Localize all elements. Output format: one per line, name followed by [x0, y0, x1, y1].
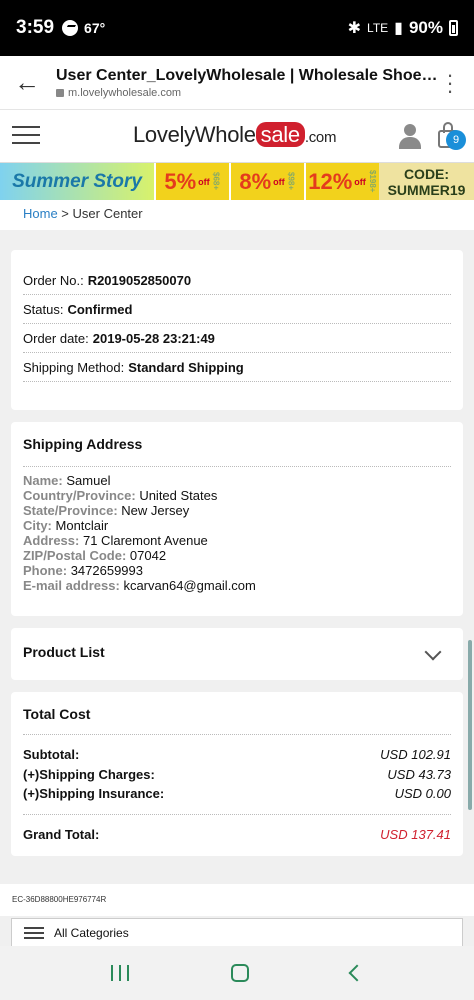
- page-host: m.lovelywholesale.com: [56, 87, 440, 99]
- banner-offer-1: 5% off $68+: [154, 163, 229, 200]
- all-categories-button[interactable]: All Categories: [11, 918, 463, 946]
- temperature: 67°: [84, 20, 106, 36]
- logo-text: LovelyWhole: [133, 122, 256, 147]
- all-categories-label: All Categories: [54, 925, 129, 940]
- logo-suffix: .com: [304, 129, 337, 146]
- order-number: R2019052850070: [87, 272, 192, 288]
- url-area[interactable]: User Center_LovelyWholesale | Wholesale …: [46, 67, 440, 99]
- promo-banner[interactable]: Summer Story 5% off $68+ 8% off $98+ 12% off $…: [0, 162, 474, 200]
- product-list-title: Product List: [23, 644, 105, 660]
- address-city: City: Montclair: [23, 518, 109, 533]
- address-phone: Phone: 3472659993: [23, 563, 143, 578]
- back-arrow-icon[interactable]: ←: [14, 67, 46, 98]
- address-name: Name: Samuel: [23, 473, 111, 488]
- shipping-charges-row: (+)Shipping Charges: USD 43.73: [23, 766, 451, 782]
- overflow-menu-icon[interactable]: · · ·: [440, 63, 460, 101]
- system-nav-bar: [0, 946, 474, 1000]
- home-icon[interactable]: [231, 964, 249, 982]
- messenger-icon: [62, 20, 79, 36]
- product-list-toggle[interactable]: Product List: [11, 628, 463, 680]
- shipping-address-title: Shipping Address: [23, 436, 143, 452]
- nav-back-icon[interactable]: [348, 964, 366, 982]
- address-state: State/Province: New Jersey: [23, 503, 190, 518]
- grand-total-value: USD 137.41: [380, 826, 451, 842]
- shipping-address-card: Shipping Address Name: Samuel Country/Pr…: [11, 422, 463, 616]
- order-number-row: Order No.: R2019052850070: [23, 266, 451, 295]
- grand-total-row: Grand Total: USD 137.41: [23, 813, 451, 844]
- breadcrumb-home[interactable]: Home: [23, 206, 58, 221]
- transaction-id: EC-36D88800HE976774R: [0, 884, 474, 916]
- order-date-row: Order date: 2019-05-28 23:21:49: [23, 324, 451, 353]
- shipping-insurance-row: (+)Shipping Insurance: USD 0.00: [23, 786, 451, 802]
- breadcrumb-separator: >: [57, 206, 73, 221]
- user-icon[interactable]: [398, 124, 422, 150]
- breadcrumb: Home > User Center: [0, 200, 474, 230]
- battery-icon: [449, 20, 458, 36]
- total-cost-card: Total Cost Subtotal: USD 102.91 (+)Shippi…: [11, 692, 463, 856]
- cart-icon[interactable]: 9: [438, 122, 466, 150]
- shipping-insurance-value: USD 0.00: [394, 786, 451, 802]
- status-bar: 3:59 67° ✱ LTE ▮ 90%: [0, 0, 474, 56]
- signal-icon: ▮: [394, 20, 403, 37]
- logo-sale: sale: [255, 122, 305, 147]
- order-info-card: Order No.: R2019052850070 Status: Confirme…: [11, 250, 463, 410]
- bluetooth-icon: ✱: [347, 20, 362, 37]
- banner-offer-3: 12% off $198+: [304, 163, 379, 200]
- address-zip: ZIP/Postal Code: 07042: [23, 548, 167, 563]
- cart-count-badge: 9: [446, 130, 466, 150]
- network-type: LTE: [367, 21, 389, 35]
- status-right: ✱ LTE ▮ 90%: [348, 18, 458, 38]
- address-email: E-mail address: kcarvan64@gmail.com: [23, 578, 256, 593]
- order-status: Confirmed: [67, 301, 133, 317]
- total-cost-title: Total Cost: [23, 706, 91, 722]
- banner-code: CODE: SUMMER19: [379, 163, 474, 200]
- list-icon: [24, 926, 44, 939]
- battery-percent: 90%: [408, 18, 443, 37]
- order-status-row: Status: Confirmed: [23, 295, 451, 324]
- banner-offer-2: 8% off $98+: [229, 163, 304, 200]
- hamburger-menu-icon[interactable]: [12, 126, 40, 146]
- page-title: User Center_LovelyWholesale | Wholesale …: [56, 66, 440, 84]
- shipping-method: Standard Shipping: [128, 359, 244, 375]
- browser-url-bar: ← User Center_LovelyWholesale | Wholesal…: [0, 56, 474, 110]
- recent-apps-icon[interactable]: [111, 965, 129, 981]
- shipping-method-row: Shipping Method: Standard Shipping: [23, 353, 451, 382]
- site-header: LovelyWhole sale .com 9: [0, 110, 474, 162]
- address-country: Country/Province: United States: [23, 488, 218, 503]
- clock: 3:59: [16, 17, 55, 38]
- banner-summer-text: Summer Story: [0, 163, 154, 200]
- breadcrumb-current: User Center: [72, 206, 143, 221]
- host-text: m.lovelywholesale.com: [68, 86, 182, 99]
- page-scrollbar[interactable]: [468, 640, 472, 810]
- shipping-charges-value: USD 43.73: [387, 766, 451, 782]
- subtotal-value: USD 102.91: [380, 747, 451, 763]
- address-street: Address: 71 Claremont Avenue: [23, 533, 208, 548]
- lock-icon: [56, 88, 64, 97]
- order-date: 2019-05-28 23:21:49: [92, 330, 215, 346]
- subtotal-row: Subtotal: USD 102.91: [23, 747, 451, 763]
- site-logo[interactable]: LovelyWhole sale .com: [133, 122, 336, 148]
